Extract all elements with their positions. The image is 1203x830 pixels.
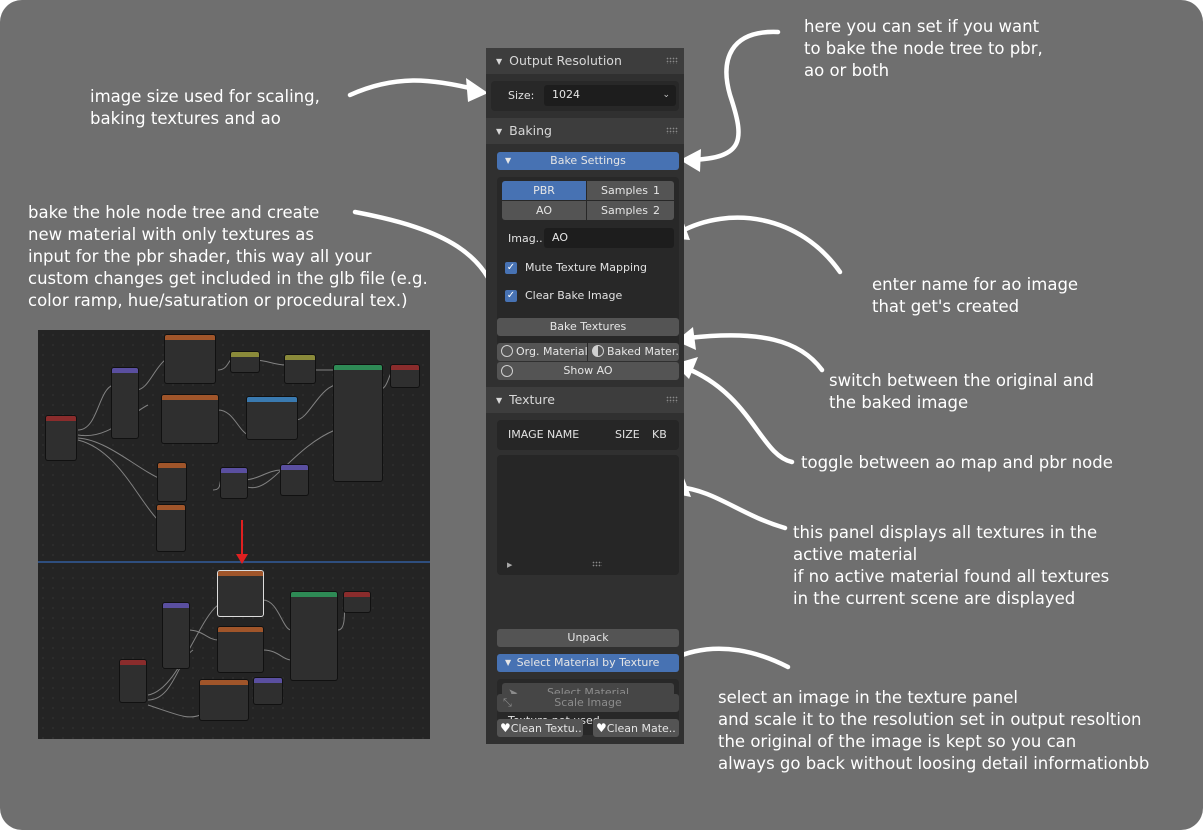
bake-settings-toggle[interactable]: ▼ Bake Settings [497, 152, 679, 170]
clean-materials-label: Clean Mate.. [606, 722, 676, 735]
ao-label: AO [536, 204, 552, 217]
image-name-value: AO [552, 231, 568, 244]
clean-textures-button[interactable]: ♥Clean Textu.. [497, 719, 583, 737]
unpack-button[interactable]: Unpack [497, 629, 679, 647]
ao-sphere-icon [501, 365, 513, 377]
bake-textures-button[interactable]: Bake Textures [497, 318, 679, 336]
node-baked-principled [291, 592, 337, 680]
node-principled-bsdf [334, 365, 382, 481]
output-resolution-header[interactable]: ▼ Output Resolution [486, 48, 684, 74]
org-material-button[interactable]: Org. Material [497, 343, 587, 361]
mute-texture-mapping-label: Mute Texture Mapping [525, 261, 648, 274]
bake-textures-label: Bake Textures [549, 320, 627, 333]
col-image-name: IMAGE NAME [508, 428, 580, 441]
scale-image-button[interactable]: ⤡ Scale Image [497, 694, 679, 712]
node-normal-map [281, 465, 308, 495]
material-sphere-icon [501, 345, 513, 357]
node-texture-coordinate [46, 416, 76, 460]
node-editor-preview [38, 330, 430, 739]
image-name-label: Imag.. [508, 232, 543, 245]
node-vector [285, 355, 315, 383]
clear-bake-image-checkbox[interactable]: ✓ [505, 290, 517, 302]
bake-settings-label: Bake Settings [550, 154, 626, 167]
node-mapping [112, 368, 138, 438]
node-baked-output [344, 592, 370, 612]
node-baked-mapping [163, 603, 189, 668]
node-mix [231, 352, 259, 372]
ao-samples-field[interactable]: Samples 2 [587, 201, 674, 220]
node-baked-image-3 [200, 680, 248, 720]
select-material-by-texture-toggle[interactable]: ▼ Select Material by Texture [497, 654, 679, 672]
org-material-label: Org. Material [516, 345, 587, 358]
node-material-output [391, 365, 419, 387]
scale-image-label: Scale Image [554, 696, 622, 709]
mute-texture-mapping-checkbox[interactable]: ✓ [505, 262, 517, 274]
baked-material-label: Baked Mater... [607, 345, 679, 358]
collapse-triangle-icon: ▼ [496, 57, 503, 66]
node-baked-texcoord [120, 660, 146, 702]
col-kb: KB [652, 428, 667, 441]
chevron-down-icon: ⌄ [662, 90, 670, 100]
baked-material-button[interactable]: Baked Mater... [588, 343, 679, 361]
pbr-toggle[interactable]: PBR [502, 181, 586, 200]
output-resolution-title: Output Resolution [509, 53, 622, 68]
node-image-texture-2 [162, 395, 218, 443]
scale-arrows-icon: ⤡ [503, 696, 512, 709]
baking-title: Baking [509, 123, 552, 138]
node-baked-image-1 [218, 571, 263, 616]
pbr-label: PBR [533, 184, 555, 197]
size-label: Size: [508, 89, 535, 102]
size-value: 1024 [552, 88, 580, 101]
node-bump [221, 468, 247, 498]
samples-value: 1 [653, 184, 660, 197]
texture-header[interactable]: ▼ Texture [486, 387, 684, 413]
heart-icon: ♥ [500, 721, 511, 735]
show-ao-button[interactable]: Show AO [497, 362, 679, 380]
heart-icon: ♥ [596, 721, 607, 735]
collapse-triangle-icon: ▼ [496, 396, 503, 405]
ao-toggle[interactable]: AO [502, 201, 586, 220]
collapse-triangle-icon: ▼ [496, 127, 503, 136]
output-resolution-body: Size: 1024 ⌄ [486, 74, 684, 118]
unpack-label: Unpack [567, 631, 609, 644]
col-size: SIZE [615, 428, 640, 441]
image-name-input[interactable]: AO [544, 228, 674, 248]
canvas-background: image size used for scaling, baking text… [0, 0, 1203, 830]
samples-label: Samples [601, 204, 648, 217]
texture-title: Texture [509, 392, 555, 407]
node-noise-texture [158, 463, 186, 501]
baked-sphere-icon [592, 345, 604, 357]
addon-panel: ▼ Output Resolution Size: 1024 ⌄ ▼ Baking … [486, 48, 684, 744]
node-baked-image-2 [218, 627, 263, 672]
drag-handle-icon[interactable] [666, 396, 678, 403]
size-dropdown[interactable]: 1024 ⌄ [544, 85, 676, 106]
clean-textures-label: Clean Textu.. [510, 722, 582, 735]
baking-header[interactable]: ▼ Baking [486, 118, 684, 144]
baking-body: ▼ Bake Settings PBR Samples 1 AO Samples … [486, 144, 684, 387]
samples-label: Samples [601, 184, 648, 197]
samples-value: 2 [653, 204, 660, 217]
node-color-ramp [247, 397, 297, 439]
node-baked-normal [254, 678, 282, 704]
clear-bake-image-label: Clear Bake Image [525, 289, 623, 302]
clean-materials-button[interactable]: ♥Clean Mate.. [593, 719, 679, 737]
node-hue-saturation [157, 505, 185, 551]
drag-handle-icon[interactable] [666, 127, 678, 134]
list-filter-triangle-icon[interactable]: ▶ [507, 561, 512, 569]
texture-list-header: IMAGE NAME SIZE KB [497, 420, 679, 450]
resize-grip-icon[interactable] [592, 561, 602, 567]
pbr-samples-field[interactable]: Samples 1 [587, 181, 674, 200]
show-ao-label: Show AO [563, 364, 613, 377]
drag-handle-icon[interactable] [666, 57, 678, 64]
node-image-texture-1 [165, 335, 215, 383]
texture-list[interactable]: ▶ [497, 455, 679, 575]
select-material-by-texture-label: Select Material by Texture [516, 656, 660, 669]
